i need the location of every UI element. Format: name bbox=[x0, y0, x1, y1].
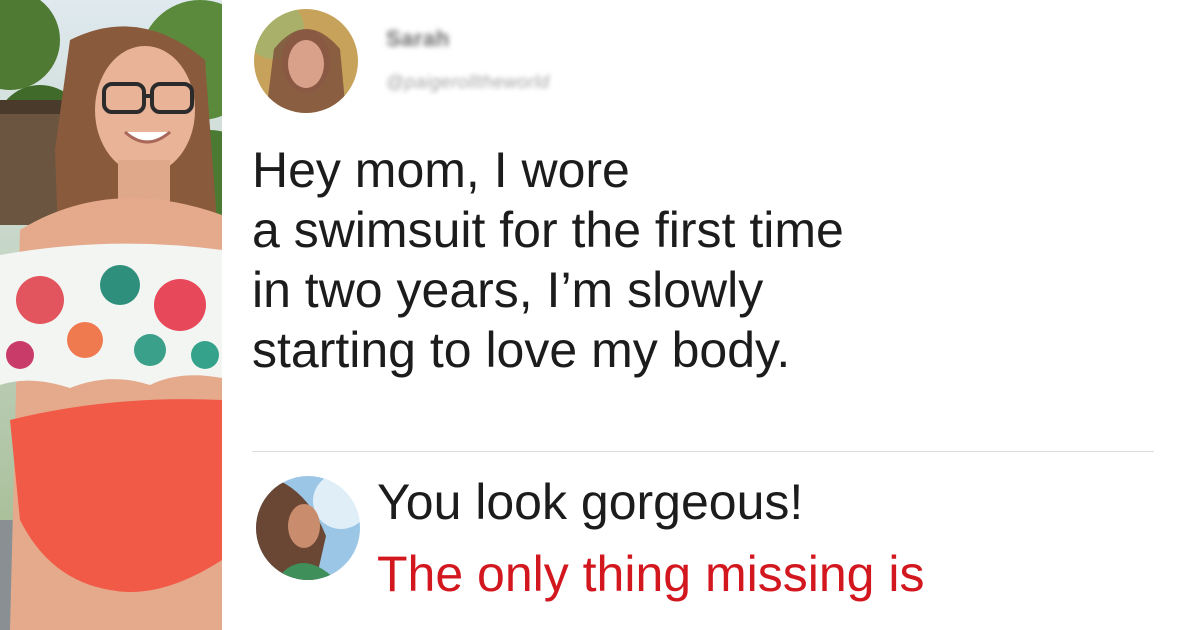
reply-avatar-icon[interactable] bbox=[256, 476, 360, 580]
post-text-line: in two years, I’m slowly bbox=[252, 262, 764, 318]
post-text: Hey mom, I wore a swimsuit for the first… bbox=[252, 140, 1172, 380]
reply-text-line: You look gorgeous! bbox=[377, 474, 804, 530]
post-text-line: starting to love my body. bbox=[252, 322, 791, 378]
post-avatar-icon[interactable] bbox=[254, 9, 358, 113]
reply-text-highlight: The only thing missing is bbox=[377, 546, 925, 602]
post-text-line: Hey mom, I wore bbox=[252, 142, 630, 198]
post-username[interactable]: Sarah bbox=[386, 26, 450, 52]
reply-divider bbox=[252, 451, 1154, 452]
post-text-line: a swimsuit for the first time bbox=[252, 202, 844, 258]
post-handle[interactable]: @paigerolltheworld bbox=[386, 72, 549, 93]
photo-woman-in-swimsuit bbox=[0, 0, 222, 630]
photo-divider bbox=[222, 0, 225, 630]
